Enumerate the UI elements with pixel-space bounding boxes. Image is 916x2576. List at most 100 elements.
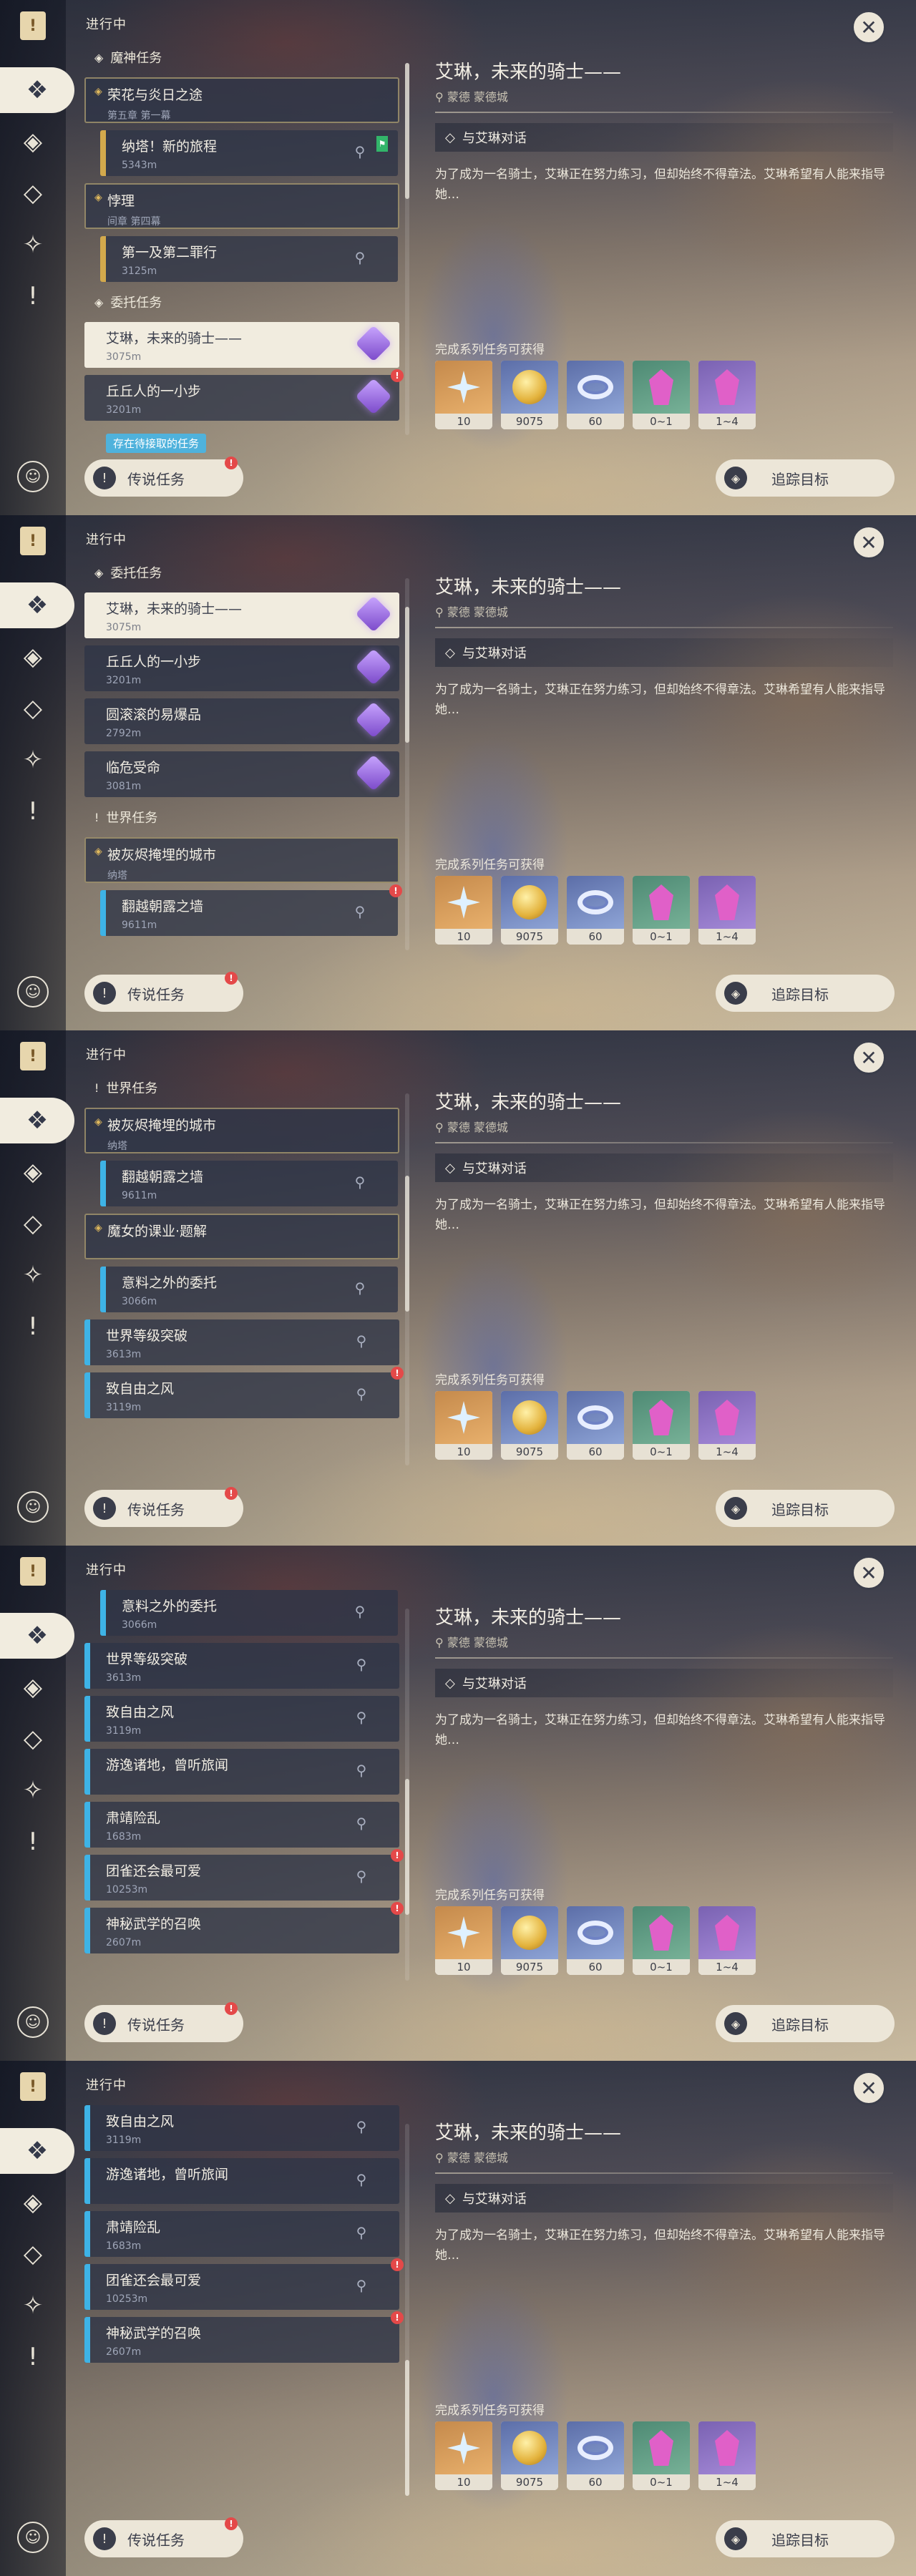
close-button[interactable]: ✕ (852, 1040, 886, 1075)
map-pin-icon[interactable]: ⚲ (352, 903, 368, 922)
map-pin-icon[interactable]: ⚲ (354, 1815, 369, 1833)
reward-item-crystal-green[interactable]: 0~1 (633, 1391, 690, 1460)
quest-card[interactable]: 临危受命 3081m (84, 751, 399, 797)
close-button[interactable]: ✕ (852, 1556, 886, 1590)
nav-tab-commission[interactable]: ✧ (0, 737, 66, 783)
reward-item-exp[interactable]: 60 (567, 1391, 624, 1460)
reward-item-crystal-green[interactable]: 0~1 (633, 2421, 690, 2490)
nav-tab-legend[interactable]: ☺ (17, 2522, 49, 2553)
nav-tab-world[interactable]: ◇ (0, 2231, 66, 2277)
quest-list[interactable]: ! 世界任务 ◈ 被灰烬掩埋的城市 纳塔 翻越朝露之墙 9611m ⚲ ◈ 魔女的课业·题解 意料之… (84, 1075, 404, 1475)
reward-item-exp[interactable]: 60 (567, 2421, 624, 2490)
quest-list[interactable]: ◈ 魔神任务 ◈ 荣花与炎日之途 第五章 第一幕 纳塔！新的旅程 5343m ⚲ ⚑ ◈ 悖理 间章 … (84, 44, 404, 445)
quest-card[interactable]: 神秘武学的召唤 2607m! (84, 2311, 404, 2363)
quest-card[interactable]: 致自由之风 3119m ⚲ (84, 2105, 399, 2151)
quest-card[interactable]: ◈ 荣花与炎日之途 第五章 第一幕 (84, 77, 399, 123)
quest-card[interactable]: 艾琳，未来的骑士—— 3075m (84, 592, 399, 638)
quest-card[interactable]: ◈ 被灰烬掩埋的城市 纳塔 (84, 1108, 399, 1153)
nav-tab-event[interactable]: ! (0, 1304, 66, 1350)
map-pin-icon[interactable]: ⚲ (354, 1385, 369, 1404)
nav-tab-commission[interactable]: ✧ (0, 2283, 66, 2328)
legend-quest-button[interactable]: ! 传说任务 ! (84, 2002, 243, 2042)
quest-card[interactable]: 世界等级突破 3613m ⚲ (84, 1643, 399, 1689)
legend-quest-button[interactable]: ! 传说任务 ! (84, 1487, 243, 1527)
map-pin-icon[interactable]: ⚲ (352, 1603, 368, 1621)
reward-item-crystal-purple[interactable]: 1~4 (698, 361, 756, 429)
reward-item-primogem[interactable]: 10 (435, 361, 492, 429)
nav-tab-event[interactable]: ! (0, 2334, 66, 2380)
reward-item-mora[interactable]: 9075 (501, 1906, 558, 1975)
quest-card[interactable]: 肃靖险乱 1683m ⚲ (84, 2211, 399, 2257)
quest-card[interactable]: 艾琳，未来的骑士—— 3075m (84, 322, 399, 368)
scrollbar-thumb[interactable] (405, 1176, 409, 1312)
quest-card[interactable]: 翻越朝露之墙 9611m ⚲ (100, 1161, 398, 1206)
map-pin-icon[interactable]: ⚲ (352, 1279, 368, 1298)
nav-tab-commission[interactable]: ✧ (0, 1767, 66, 1813)
reward-item-exp[interactable]: 60 (567, 1906, 624, 1975)
nav-tab-event[interactable]: ! (0, 1819, 66, 1865)
reward-item-primogem[interactable]: 10 (435, 876, 492, 945)
quest-card[interactable]: 游逸诸地，曾听旅闻 ⚲ (84, 1749, 399, 1795)
nav-tab-story[interactable]: ◈ (0, 119, 66, 165)
quest-card[interactable]: 丘丘人的一小步 3201m (84, 645, 399, 691)
nav-tab-world[interactable]: ◇ (0, 170, 66, 216)
nav-tab-world[interactable]: ◇ (0, 686, 66, 731)
reward-item-primogem[interactable]: 10 (435, 1906, 492, 1975)
close-button[interactable]: ✕ (852, 2071, 886, 2105)
quest-card[interactable]: ◈ 被灰烬掩埋的城市 纳塔 (84, 837, 399, 883)
reward-item-primogem[interactable]: 10 (435, 2421, 492, 2490)
nav-tab-world[interactable]: ◇ (0, 1716, 66, 1762)
nav-tab-archon[interactable]: ❖ (0, 1098, 74, 1143)
map-pin-icon[interactable]: ⚲ (354, 2118, 369, 2137)
reward-item-crystal-green[interactable]: 0~1 (633, 1906, 690, 1975)
quest-card[interactable]: 神秘武学的召唤 2607m! (84, 1902, 404, 1953)
quest-card[interactable]: 意料之外的委托 3066m ⚲ (100, 1590, 398, 1636)
nav-tab-story[interactable]: ◈ (0, 1664, 66, 1710)
scrollbar-thumb[interactable] (405, 1779, 409, 1915)
quest-card[interactable]: 丘丘人的一小步 3201m! (84, 369, 404, 421)
track-target-button[interactable]: ◈ 追踪目标 (716, 2005, 895, 2042)
reward-item-crystal-purple[interactable]: 1~4 (698, 1906, 756, 1975)
map-pin-icon[interactable]: ⚲ (354, 1709, 369, 1727)
nav-tab-story[interactable]: ◈ (0, 634, 66, 680)
quest-card[interactable]: 意料之外的委托 3066m ⚲ (100, 1267, 398, 1312)
reward-item-exp[interactable]: 60 (567, 361, 624, 429)
reward-item-crystal-green[interactable]: 0~1 (633, 876, 690, 945)
nav-tab-archon[interactable]: ❖ (0, 1613, 74, 1659)
map-pin-icon[interactable]: ⚲ (354, 2277, 369, 2296)
scrollbar-thumb[interactable] (405, 63, 409, 199)
legend-quest-button[interactable]: ! 传说任务 ! (84, 972, 243, 1012)
map-pin-icon[interactable]: ⚲ (352, 249, 368, 268)
quest-list-scrollbar[interactable] (405, 2124, 409, 2496)
map-pin-icon[interactable]: ⚲ (354, 1868, 369, 1886)
nav-tab-legend[interactable]: ☺ (17, 976, 49, 1008)
map-pin-icon[interactable]: ⚲ (354, 2171, 369, 2190)
close-button[interactable]: ✕ (852, 10, 886, 44)
quest-list[interactable]: 致自由之风 3119m ⚲ 游逸诸地，曾听旅闻 ⚲ 肃靖险乱 1683m ⚲ 团雀还会最可爱 10… (84, 2105, 404, 2506)
quest-list-scrollbar[interactable] (405, 1093, 409, 1465)
scrollbar-thumb[interactable] (405, 2360, 409, 2496)
map-pin-icon[interactable]: ⚲ (354, 1762, 369, 1780)
map-pin-icon[interactable]: ⚲ (354, 1332, 369, 1351)
quest-card[interactable]: 致自由之风 3119m ⚲! (84, 1367, 404, 1418)
nav-tab-event[interactable]: ! (0, 273, 66, 319)
reward-item-mora[interactable]: 9075 (501, 361, 558, 429)
nav-tab-story[interactable]: ◈ (0, 1149, 66, 1195)
scrollbar-thumb[interactable] (405, 607, 409, 743)
nav-tab-world[interactable]: ◇ (0, 1201, 66, 1246)
nav-tab-story[interactable]: ◈ (0, 2180, 66, 2225)
close-button[interactable]: ✕ (852, 525, 886, 560)
legend-quest-button[interactable]: ! 传说任务 ! (84, 457, 243, 497)
reward-item-primogem[interactable]: 10 (435, 1391, 492, 1460)
quest-card[interactable]: 翻越朝露之墙 9611m ⚲! (100, 884, 402, 936)
quest-card[interactable]: 游逸诸地，曾听旅闻 ⚲ (84, 2158, 399, 2204)
quest-card[interactable]: 第一及第二罪行 3125m ⚲ (100, 236, 398, 282)
quest-list[interactable]: 意料之外的委托 3066m ⚲ 世界等级突破 3613m ⚲ 致自由之风 3119m ⚲ 游逸诸地… (84, 1590, 404, 1991)
reward-item-exp[interactable]: 60 (567, 876, 624, 945)
track-target-button[interactable]: ◈ 追踪目标 (716, 459, 895, 497)
quest-card[interactable]: 肃靖险乱 1683m ⚲ (84, 1802, 399, 1848)
map-pin-icon[interactable]: ⚲ (352, 143, 368, 162)
quest-card[interactable]: 圆滚滚的易爆品 2792m (84, 698, 399, 744)
quest-card[interactable]: 团雀还会最可爱 10253m ⚲! (84, 1849, 404, 1901)
quest-card[interactable]: 纳塔！新的旅程 5343m ⚲ ⚑ (100, 130, 398, 176)
